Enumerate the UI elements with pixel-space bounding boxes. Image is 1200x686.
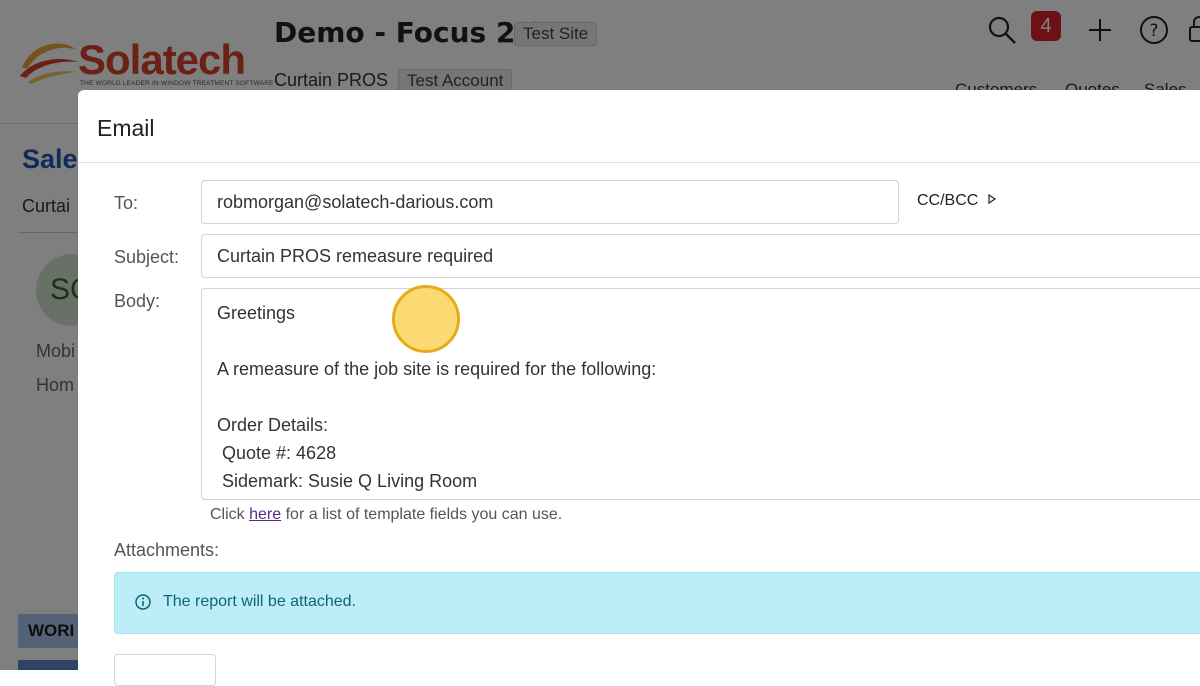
template-help-text: Click here for a list of template fields… [210, 506, 562, 524]
info-icon [135, 594, 151, 610]
body-line: Order Details: [217, 415, 329, 435]
body-line: Sidemark: Susie Q Living Room [217, 471, 478, 491]
attachments-label: Attachments: [114, 540, 220, 560]
cc-bcc-label: CC/BCC [917, 192, 979, 209]
subject-label: Subject: [114, 247, 180, 267]
body-line [217, 383, 656, 411]
attachment-info-alert: The report will be attached. [114, 572, 1200, 634]
help-suffix: for a list of template fields you can us… [285, 506, 563, 523]
body-textarea[interactable]: Greetings A remeasure of the job site is … [201, 288, 1200, 500]
body-line: Quote #: 4628 [217, 443, 337, 463]
template-fields-link[interactable]: here [249, 506, 281, 523]
body-label: Body: [114, 291, 161, 311]
email-modal: Email To: robmorgan@solatech-darious.com… [78, 90, 1200, 686]
modal-title: Email [97, 115, 155, 141]
modal-header: Email [78, 90, 1200, 163]
cursor-highlight [392, 285, 460, 353]
to-input[interactable]: robmorgan@solatech-darious.com [201, 180, 899, 224]
caret-right-icon [988, 193, 996, 205]
attachment-button[interactable] [114, 654, 216, 686]
help-prefix: Click [210, 506, 245, 523]
to-label: To: [114, 193, 139, 213]
body-line: A remeasure of the job site is required … [217, 359, 657, 379]
cc-bcc-toggle[interactable]: CC/BCC [917, 192, 997, 210]
subject-input[interactable]: Curtain PROS remeasure required [201, 234, 1200, 278]
alert-text: The report will be attached. [163, 593, 356, 610]
